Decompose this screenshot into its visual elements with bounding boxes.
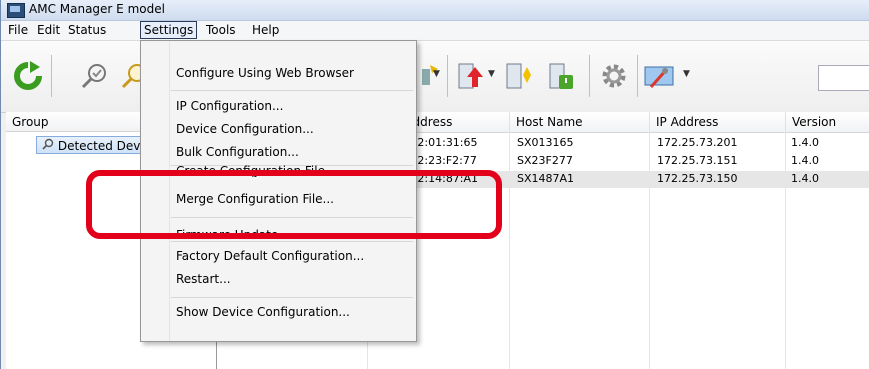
menu-file[interactable]: File (5, 22, 31, 38)
chevron-down-icon[interactable]: ▼ (488, 69, 495, 79)
app-window-icon (7, 3, 25, 18)
cell-host: SX1487A1 (517, 172, 575, 185)
column-host-name[interactable]: Host Name (509, 112, 649, 132)
chevron-down-icon[interactable]: ▼ (683, 69, 690, 79)
chevron-down-icon[interactable]: ▼ (433, 69, 440, 79)
search-icon (42, 137, 54, 155)
device-tools-icon[interactable] (643, 58, 677, 94)
app-window: AMC Manager E model File Edit Status Set… (0, 0, 869, 369)
toolbar: ▼ ▼ ▼ (1, 41, 869, 113)
search-input[interactable] (818, 65, 869, 91)
menu-item-show-device-configuration[interactable]: Show Device Configuration... (176, 303, 350, 321)
menu-bar: File Edit Status Settings Tools Help (1, 21, 869, 41)
menu-tools[interactable]: Tools (203, 22, 239, 38)
menu-status[interactable]: Status (65, 22, 109, 38)
title-bar: AMC Manager E model (1, 0, 869, 21)
menu-item-restart[interactable]: Restart... (176, 270, 231, 288)
column-version[interactable]: Version (785, 112, 869, 132)
cell-host: SX013165 (517, 136, 574, 149)
cell-host: SX23F277 (517, 154, 573, 167)
column-ip-address[interactable]: IP Address (649, 112, 785, 132)
cell-ip: 172.25.73.150 (657, 172, 738, 185)
menu-item-bulk-configuration[interactable]: Bulk Configuration... (176, 143, 299, 161)
window-title: AMC Manager E model (29, 2, 165, 16)
menu-help[interactable]: Help (249, 22, 282, 38)
export-icon[interactable] (501, 58, 535, 94)
power-icon[interactable] (544, 58, 578, 94)
upload-icon[interactable] (453, 58, 487, 94)
menu-edit[interactable]: Edit (34, 22, 63, 38)
refresh-icon[interactable] (11, 58, 45, 94)
menu-item-configure-web[interactable]: Configure Using Web Browser (176, 64, 354, 82)
menu-settings[interactable]: Settings (140, 21, 198, 39)
cell-ip: 172.25.73.151 (657, 154, 738, 167)
highlight-box (86, 170, 502, 239)
menu-item-ip-configuration[interactable]: IP Configuration... (176, 97, 283, 115)
cell-ip: 172.25.73.201 (657, 136, 738, 149)
search-icon[interactable] (77, 58, 111, 94)
gear-icon[interactable] (597, 58, 631, 94)
menu-item-device-configuration[interactable]: Device Configuration... (176, 120, 314, 138)
menu-item-factory-default[interactable]: Factory Default Configuration... (176, 247, 364, 265)
cell-version: 1.4.0 (791, 136, 819, 149)
add-device-icon[interactable] (413, 58, 447, 94)
cell-version: 1.4.0 (791, 154, 819, 167)
cell-version: 1.4.0 (791, 172, 819, 185)
